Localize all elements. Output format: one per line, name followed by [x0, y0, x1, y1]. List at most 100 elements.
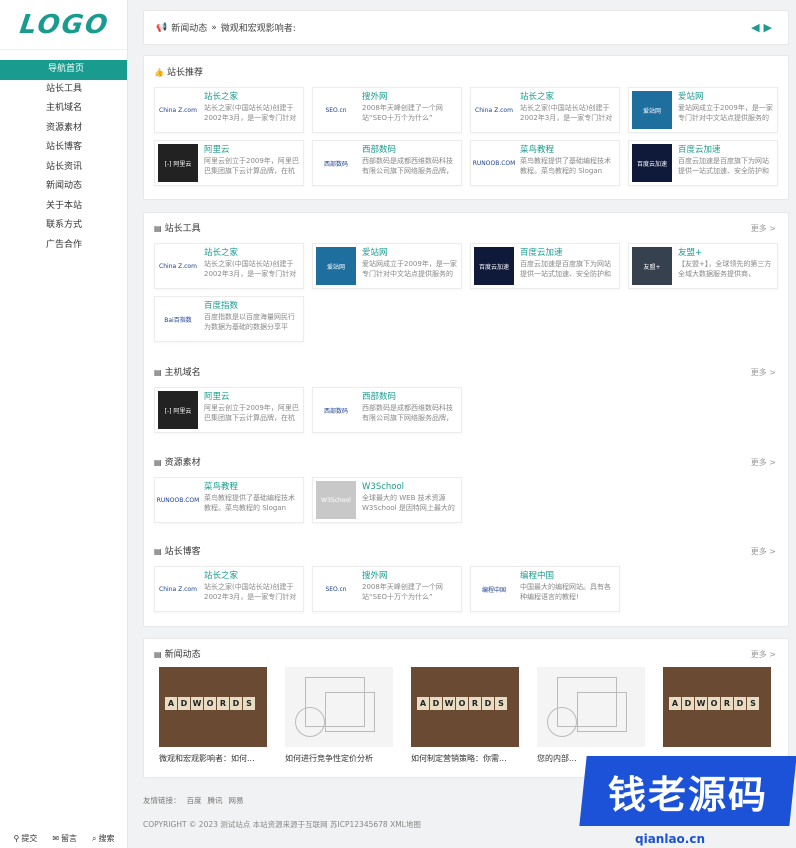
- ticker-arrows: ◀▶: [751, 21, 776, 34]
- news-item[interactable]: 如何进行竞争性定价分析: [285, 667, 395, 764]
- site-logo: China Z.com: [474, 91, 514, 129]
- nav-item-resources[interactable]: 资源素材: [0, 119, 127, 139]
- news-item[interactable]: A D W O R D S 如何制定营销策略：你需...: [411, 667, 521, 764]
- site-card[interactable]: 友盟+ 友盟+ 【友盟+】，全球领先的第三方全域大数据服务提供商，: [628, 243, 778, 289]
- section-title-resources: ▤ 资源素材 更多 >: [144, 453, 788, 473]
- site-card[interactable]: China Z.com 站长之家 站长之家(中国站长站)创建于2002年3月，是一家…: [154, 87, 304, 133]
- site-card[interactable]: RUNOOB.COM 菜鸟教程 菜鸟教程提供了基础编程技术教程。菜鸟教程的 Slog…: [470, 140, 620, 186]
- category-icon: ▤: [154, 547, 162, 556]
- site-card[interactable]: 西部数码 西部数码 西部数码是成都西维数码科技有限公司旗下网络服务品牌，: [312, 387, 462, 433]
- site-card[interactable]: 爱站网 爱站网 爱站网成立于2009年，是一家专门针对中文站点提供服务的: [628, 87, 778, 133]
- friend-link[interactable]: 腾讯: [208, 796, 223, 805]
- news-thumbnail: ADWORDS: [663, 667, 771, 747]
- friend-link[interactable]: 百度: [187, 796, 202, 805]
- site-name[interactable]: 爱站网: [678, 91, 774, 103]
- site-desc: 爱站网成立于2009年，是一家专门针对中文站点提供服务的: [678, 104, 773, 122]
- news-title[interactable]: 微观和宏观影响者：如何...: [159, 753, 269, 764]
- site-name[interactable]: 菜鸟教程: [520, 144, 616, 156]
- category-icon: ▤: [154, 368, 162, 377]
- message-button[interactable]: ✉ 留言: [52, 833, 77, 844]
- site-name[interactable]: 阿里云: [204, 144, 300, 156]
- logo[interactable]: LOGO: [0, 0, 127, 50]
- site-card[interactable]: 百度云加速 百度云加速 百度云加速是百度旗下为网站提供一站式加速、安全防护和: [470, 243, 620, 289]
- site-card[interactable]: RUNOOB.COM 菜鸟教程 菜鸟教程提供了基础编程技术教程。菜鸟教程的 Slog…: [154, 477, 304, 523]
- news-ticker-text[interactable]: 微观和宏观影响者:: [221, 21, 296, 34]
- site-card[interactable]: China Z.com 站长之家 站长之家(中国站长站)创建于2002年3月，是一家…: [154, 566, 304, 612]
- news-title[interactable]: 如何进行竞争性定价分析: [285, 753, 395, 764]
- site-desc: 百度云加速是百度旗下为网站提供一站式加速、安全防护和: [520, 260, 611, 278]
- site-card[interactable]: SEO.cn 搜外网 2008年天峰创建了一个网站“SEO十万个为什么”: [312, 566, 462, 612]
- nav-item-hosting[interactable]: 主机域名: [0, 99, 127, 119]
- nav-item-home[interactable]: 导航首页: [0, 60, 127, 80]
- category-icon: ▤: [154, 650, 162, 659]
- site-name[interactable]: 站长之家: [204, 91, 300, 103]
- site-logo: 爱站网: [316, 247, 356, 285]
- site-name[interactable]: 百度云加速: [520, 247, 616, 259]
- nav-item-ads[interactable]: 广告合作: [0, 236, 127, 256]
- site-name[interactable]: 友盟+: [678, 247, 774, 259]
- site-card[interactable]: China Z.com 站长之家 站长之家(中国站长站)创建于2002年3月，是一家…: [470, 87, 620, 133]
- site-name[interactable]: 阿里云: [204, 391, 300, 403]
- news-item[interactable]: ADWORDS: [663, 667, 773, 753]
- friend-link[interactable]: 网易: [229, 796, 244, 805]
- site-name[interactable]: 搜外网: [362, 570, 458, 582]
- site-name[interactable]: 西部数码: [362, 144, 458, 156]
- site-card[interactable]: [-] 阿里云 阿里云 阿里云创立于2009年，阿里巴巴集团旗下云计算品牌，在杭: [154, 140, 304, 186]
- site-name[interactable]: 菜鸟教程: [204, 481, 300, 493]
- prev-arrow-icon[interactable]: ◀: [751, 21, 763, 34]
- site-logo: 西部数码: [316, 144, 356, 182]
- site-desc: 【友盟+】，全球领先的第三方全域大数据服务提供商，: [678, 260, 772, 278]
- next-arrow-icon[interactable]: ▶: [764, 21, 776, 34]
- site-card[interactable]: 西部数码 西部数码 西部数码是成都西维数码科技有限公司旗下网络服务品牌，: [312, 140, 462, 186]
- site-card[interactable]: 爱站网 爱站网 爱站网成立于2009年，是一家专门针对中文站点提供服务的: [312, 243, 462, 289]
- nav-item-blog[interactable]: 站长博客: [0, 138, 127, 158]
- nav-item-about[interactable]: 关于本站: [0, 197, 127, 217]
- site-logo: 西部数码: [316, 391, 356, 429]
- nav-item-contact[interactable]: 联系方式: [0, 216, 127, 236]
- site-name[interactable]: 编程中国: [520, 570, 616, 582]
- submit-button[interactable]: ⚲ 提交: [13, 833, 37, 844]
- category-icon: ▤: [154, 224, 162, 233]
- nav-item-news[interactable]: 新闻动态: [0, 177, 127, 197]
- site-logo: China Z.com: [158, 570, 198, 608]
- site-name[interactable]: 站长之家: [204, 247, 300, 259]
- site-card[interactable]: 编程中国 编程中国 中国最大的编程网站。具有各种编程语言的教程!: [470, 566, 620, 612]
- site-name[interactable]: 百度指数: [204, 300, 300, 312]
- site-card[interactable]: 百度云加速 百度云加速 百度云加速是百度旗下为网站提供一站式加速、安全防护和: [628, 140, 778, 186]
- more-link[interactable]: 更多 >: [751, 453, 776, 473]
- site-logo: 友盟+: [632, 247, 672, 285]
- news-ticker-label[interactable]: 新闻动态: [171, 21, 207, 34]
- site-logo: China Z.com: [158, 247, 198, 285]
- watermark-text: 钱老源码: [607, 772, 768, 817]
- news-title[interactable]: 如何制定营销策略：你需...: [411, 753, 521, 764]
- site-card[interactable]: [-] 阿里云 阿里云 阿里云创立于2009年，阿里巴巴集团旗下云计算品牌，在杭: [154, 387, 304, 433]
- site-name[interactable]: 爱站网: [362, 247, 458, 259]
- site-logo: [-] 阿里云: [158, 391, 198, 429]
- site-card[interactable]: SEO.cn 搜外网 2008年天峰创建了一个网站“SEO十万个为什么”: [312, 87, 462, 133]
- nav-item-info[interactable]: 站长资讯: [0, 158, 127, 178]
- more-link[interactable]: 更多 >: [751, 542, 776, 562]
- news-item[interactable]: A D W O R D S 微观和宏观影响者：如何...: [159, 667, 269, 764]
- site-name[interactable]: 百度云加速: [678, 144, 774, 156]
- nav-item-tools[interactable]: 站长工具: [0, 80, 127, 100]
- location-icon: ⚲: [13, 834, 20, 843]
- site-name[interactable]: W3School: [362, 481, 458, 493]
- site-name[interactable]: 站长之家: [520, 91, 616, 103]
- news-thumbnail: [285, 667, 393, 747]
- site-card[interactable]: Bai百指数 百度指数 百度指数是以百度海量网民行为数据为基础的数据分享平: [154, 296, 304, 342]
- news-item[interactable]: 您的内部...: [537, 667, 647, 764]
- site-logo: SEO.cn: [316, 91, 356, 129]
- site-name[interactable]: 搜外网: [362, 91, 458, 103]
- more-link[interactable]: 更多 >: [751, 219, 776, 239]
- site-name[interactable]: 西部数码: [362, 391, 458, 403]
- site-logo: 百度云加速: [632, 144, 672, 182]
- more-link[interactable]: 更多 >: [751, 645, 776, 665]
- site-card[interactable]: W3School W3School 全球最大的 WEB 技术资源 W3School …: [312, 477, 462, 523]
- more-link[interactable]: 更多 >: [751, 363, 776, 383]
- search-button[interactable]: ⌕ 搜索: [92, 833, 114, 844]
- site-logo: SEO.cn: [316, 570, 356, 608]
- site-desc: 阿里云创立于2009年，阿里巴巴集团旗下云计算品牌，在杭: [204, 404, 299, 422]
- site-card[interactable]: China Z.com 站长之家 站长之家(中国站长站)创建于2002年3月，是一家…: [154, 243, 304, 289]
- news-thumbnail: ADWORDS: [159, 667, 267, 747]
- site-name[interactable]: 站长之家: [204, 570, 300, 582]
